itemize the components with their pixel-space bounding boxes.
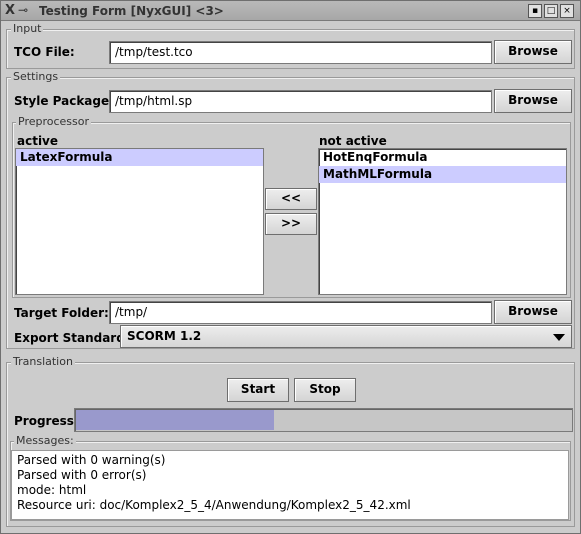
app-window: X ⊸ Testing Form [NyxGUI] <3> ▪ □ × Inpu… xyxy=(0,0,581,534)
input-legend: Input xyxy=(11,22,44,35)
message-line: Parsed with 0 warning(s) xyxy=(17,453,166,467)
minimize-button[interactable]: ▪ xyxy=(528,4,542,18)
progress-fill xyxy=(76,410,274,430)
progress-label: Progress: xyxy=(14,414,79,428)
style-package-label: Style Package: xyxy=(14,94,114,108)
not-active-list-label: not active xyxy=(319,134,387,148)
preprocessor-legend: Preprocessor xyxy=(16,115,92,128)
style-browse-button[interactable]: Browse xyxy=(494,89,572,113)
message-line: mode: html xyxy=(17,483,87,497)
translation-legend: Translation xyxy=(11,355,75,368)
style-package-field[interactable]: /tmp/html.sp xyxy=(109,90,492,113)
target-folder-field[interactable]: /tmp/ xyxy=(109,301,492,324)
list-item[interactable]: MathMLFormula xyxy=(319,166,566,183)
active-list-label: active xyxy=(17,134,59,148)
active-list[interactable]: LatexFormula xyxy=(15,148,264,295)
tco-file-label: TCO File: xyxy=(14,45,75,59)
close-button[interactable]: × xyxy=(560,4,574,18)
settings-legend: Settings xyxy=(11,70,61,83)
stop-button[interactable]: Stop xyxy=(294,378,356,402)
export-standard-label: Export Standard: xyxy=(14,331,130,345)
move-right-button[interactable]: >> xyxy=(265,213,317,235)
chevron-down-icon[interactable] xyxy=(553,334,565,341)
window-title: Testing Form [NyxGUI] <3> xyxy=(39,4,224,18)
pin-icon[interactable]: ⊸ xyxy=(18,3,28,17)
messages-area[interactable]: Parsed with 0 warning(s) Parsed with 0 e… xyxy=(11,450,569,520)
target-folder-label: Target Folder: xyxy=(14,306,109,320)
title-bar[interactable]: X ⊸ Testing Form [NyxGUI] <3> ▪ □ × xyxy=(1,1,580,21)
list-item[interactable]: HotEnqFormula xyxy=(319,149,566,166)
x-icon[interactable]: X xyxy=(5,3,15,18)
maximize-button[interactable]: □ xyxy=(544,4,558,18)
tco-file-field[interactable]: /tmp/test.tco xyxy=(109,41,492,64)
message-line: Parsed with 0 error(s) xyxy=(17,468,147,482)
progress-bar xyxy=(74,408,573,432)
target-browse-button[interactable]: Browse xyxy=(494,300,572,324)
export-standard-value: SCORM 1.2 xyxy=(127,329,202,343)
messages-legend: Messages: xyxy=(14,434,76,447)
tco-browse-button[interactable]: Browse xyxy=(494,40,572,64)
move-left-button[interactable]: << xyxy=(265,188,317,210)
not-active-list[interactable]: HotEnqFormula MathMLFormula xyxy=(318,148,567,295)
list-item[interactable]: LatexFormula xyxy=(16,149,263,166)
export-standard-select[interactable]: SCORM 1.2 xyxy=(120,325,572,348)
message-line: Resource uri: doc/Komplex2_5_4/Anwendung… xyxy=(17,498,411,512)
start-button[interactable]: Start xyxy=(227,378,289,402)
